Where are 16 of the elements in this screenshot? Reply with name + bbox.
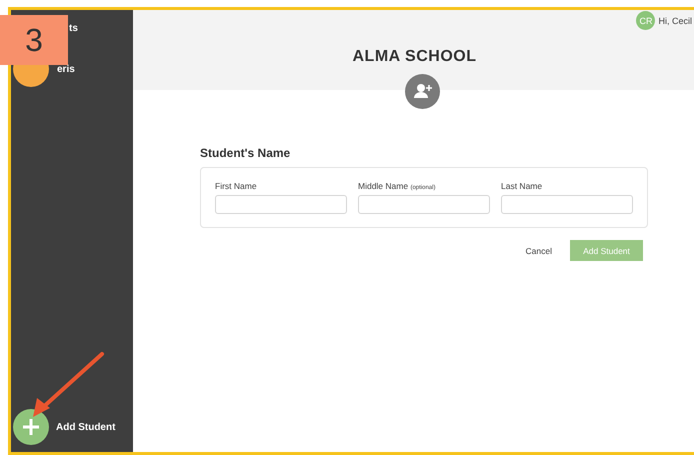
school-title: ALMA SCHOOL bbox=[352, 48, 476, 66]
step-badge: 3 bbox=[0, 15, 68, 65]
plus-icon bbox=[13, 409, 49, 445]
add-student-button[interactable]: Add Student bbox=[11, 408, 133, 446]
sidebar-item[interactable]: ts bbox=[69, 22, 78, 34]
input-field[interactable] bbox=[501, 195, 633, 214]
add-person-icon[interactable] bbox=[405, 74, 440, 109]
cancel-button[interactable]: Cancel bbox=[520, 244, 558, 256]
section-title: Student's Name bbox=[200, 146, 292, 160]
field-label: First Name bbox=[215, 181, 258, 191]
field-label: Last Name bbox=[501, 181, 544, 191]
input-field[interactable] bbox=[215, 195, 347, 214]
input-field[interactable] bbox=[358, 195, 490, 214]
user-greeting[interactable]: Hi, Cecil bbox=[658, 16, 692, 26]
sidebar-item[interactable]: eris bbox=[57, 64, 75, 74]
pointer-arrow bbox=[33, 352, 104, 417]
